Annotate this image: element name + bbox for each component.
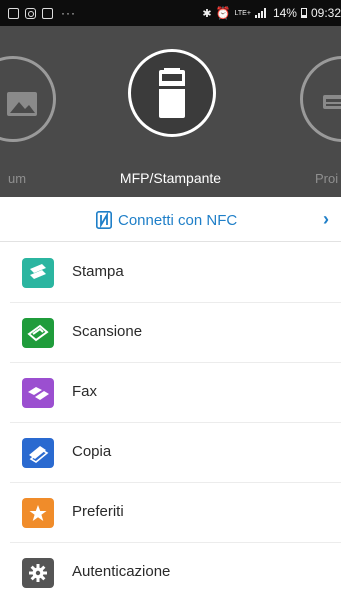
menu-item-autenticazione[interactable]: Autenticazione xyxy=(0,543,341,603)
alarm-icon: ⏰ xyxy=(215,6,231,20)
carousel-right-label: Proi xyxy=(315,171,339,186)
system-icons: ✱ ⏰ LTE+ 14% 09:32 xyxy=(202,6,341,20)
battery-icon xyxy=(300,8,307,18)
divider xyxy=(0,241,341,242)
printer-device-icon xyxy=(159,68,185,118)
gear-icon xyxy=(22,558,54,588)
more-notifications-icon: ··· xyxy=(61,6,76,20)
gallery-notification-icon xyxy=(42,7,53,19)
print-icon xyxy=(22,258,54,288)
carousel-item-mfp[interactable] xyxy=(128,49,216,137)
instagram-notification-icon xyxy=(25,7,36,19)
menu-item-copia[interactable]: Copia xyxy=(0,423,341,483)
battery-percent: 14% xyxy=(272,6,297,20)
nfc-connect-button[interactable]: Connetti con NFC › xyxy=(0,202,341,238)
copy-icon xyxy=(22,438,54,468)
carousel-center-label: MFP/Stampante xyxy=(119,170,222,186)
menu-item-fax[interactable]: Fax xyxy=(0,363,341,423)
menu-item-label: Scansione xyxy=(72,323,143,340)
projector-icon xyxy=(323,95,341,109)
lte-indicator: LTE+ xyxy=(234,9,251,17)
chevron-right-icon: › xyxy=(323,209,329,229)
menu-item-label: Fax xyxy=(72,383,98,400)
menu-item-label: Copia xyxy=(72,443,112,460)
menu-item-label: Autenticazione xyxy=(72,563,171,580)
menu-item-label: Stampa xyxy=(72,263,124,280)
bluetooth-icon: ✱ xyxy=(202,7,212,20)
notification-icons: ··· xyxy=(8,6,76,20)
signal-icon xyxy=(254,8,269,18)
image-notification-icon xyxy=(8,7,19,19)
star-icon xyxy=(22,498,54,528)
nfc-label: Connetti con NFC xyxy=(118,211,238,229)
carousel-item-projector[interactable] xyxy=(300,56,341,142)
fax-icon xyxy=(22,378,54,408)
menu-item-scansione[interactable]: Scansione xyxy=(0,303,341,363)
carousel-item-album[interactable] xyxy=(0,56,56,142)
nfc-icon xyxy=(96,211,112,229)
status-bar: ··· ✱ ⏰ LTE+ 14% 09:32 xyxy=(0,0,341,26)
clock: 09:32 xyxy=(310,6,341,20)
photo-icon xyxy=(7,92,37,116)
menu-item-preferiti[interactable]: Preferiti xyxy=(0,483,341,543)
menu-item-stampa[interactable]: Stampa xyxy=(0,243,341,303)
scan-icon xyxy=(22,318,54,348)
menu-item-label: Preferiti xyxy=(72,503,124,520)
device-carousel[interactable]: um MFP/Stampante Proi xyxy=(0,26,341,197)
